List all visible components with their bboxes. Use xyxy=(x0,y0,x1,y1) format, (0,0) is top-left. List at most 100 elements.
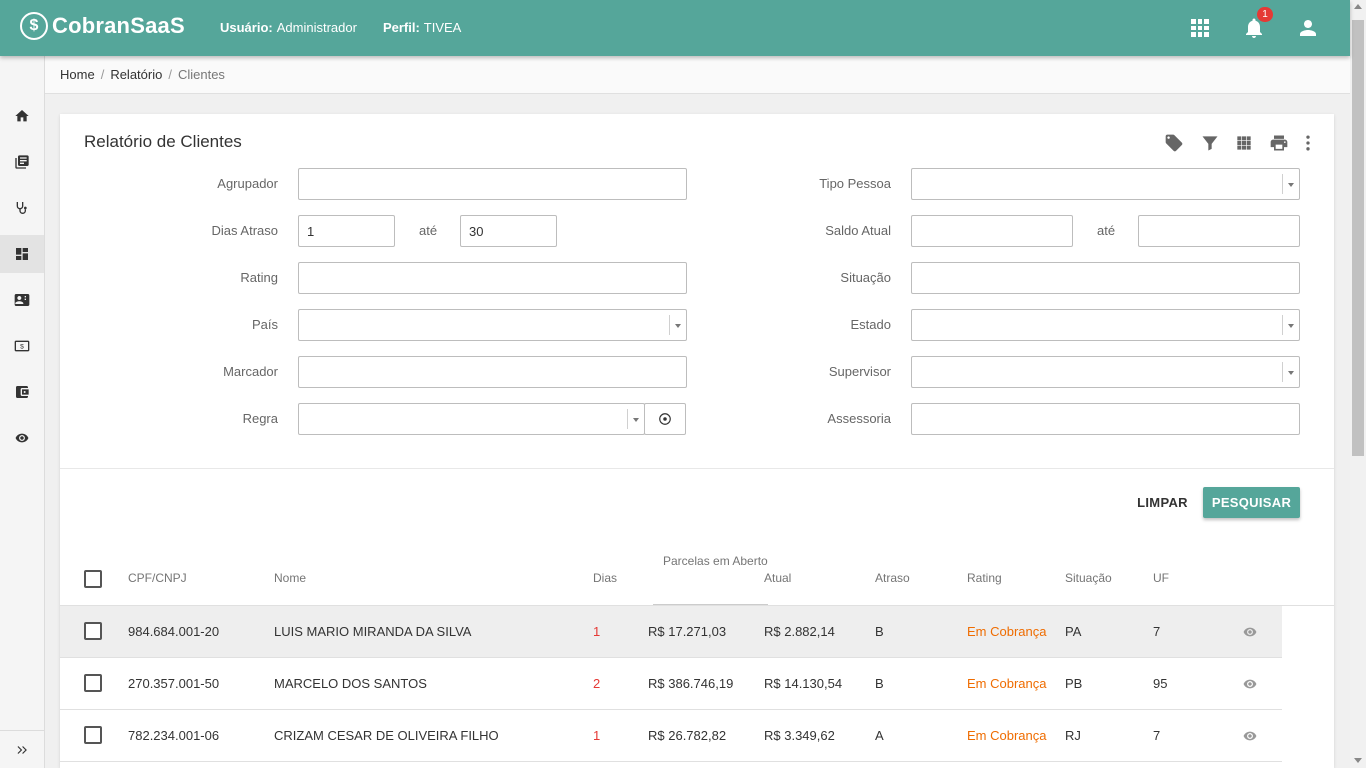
nav-view[interactable] xyxy=(0,419,44,457)
dashboard-icon xyxy=(16,248,28,260)
supervisor-label: Supervisor xyxy=(828,364,891,379)
regra-select[interactable] xyxy=(298,403,645,435)
estado-select[interactable] xyxy=(911,309,1300,341)
column-header-situation[interactable]: Situação xyxy=(1065,571,1112,585)
user-label: Usuário: xyxy=(220,20,273,35)
regra-view-button[interactable] xyxy=(644,403,686,435)
dias-atraso-label: Dias Atraso xyxy=(211,223,278,238)
row-checkbox[interactable] xyxy=(84,674,102,692)
grid-icon xyxy=(1237,136,1251,150)
saldo-atual-to-input[interactable] xyxy=(1138,215,1300,247)
table-row[interactable]: 984.684.001-20 LUIS MARIO MIRANDA DA SIL… xyxy=(60,606,1282,658)
rating-input[interactable] xyxy=(298,262,687,294)
column-group-header: Parcelas em Aberto xyxy=(663,554,768,568)
page-title: Relatório de Clientes xyxy=(84,132,242,151)
scroll-down-arrow-icon[interactable] xyxy=(1354,758,1362,763)
marcador-label: Marcador xyxy=(223,364,278,379)
breadcrumb: Home / Relatório / Clientes xyxy=(45,56,1350,94)
clear-button[interactable]: LIMPAR xyxy=(1130,487,1195,517)
notification-badge: 1 xyxy=(1257,7,1273,22)
grid-button[interactable] xyxy=(1233,132,1255,154)
agrupador-input[interactable] xyxy=(298,168,687,200)
contact-card-icon xyxy=(14,294,30,306)
cell-current: R$ 3.349,62 xyxy=(764,728,835,743)
view-eye-icon[interactable] xyxy=(1241,677,1259,691)
breadcrumb-clientes: Clientes xyxy=(177,67,225,82)
cell-doc: 984.684.001-20 xyxy=(128,624,220,639)
cell-rating: Em Cobrança xyxy=(967,728,1047,743)
column-header-days[interactable]: Dias xyxy=(593,571,617,585)
nav-contacts[interactable] xyxy=(0,281,44,319)
cell-open: R$ 17.271,03 xyxy=(648,624,727,639)
dias-atraso-to-input[interactable] xyxy=(460,215,557,247)
cell-open: R$ 26.782,82 xyxy=(648,728,727,743)
view-eye-icon[interactable] xyxy=(1241,729,1259,743)
side-navigation: $ xyxy=(0,56,45,768)
table-row[interactable]: 270.357.001-50 MARCELO DOS SANTOS 2 R$ 3… xyxy=(60,658,1282,710)
situacao-label: Situação xyxy=(840,270,891,285)
breadcrumb-home[interactable]: Home xyxy=(60,67,95,82)
cell-situation: PA xyxy=(1065,624,1082,639)
saldo-atual-from-input[interactable] xyxy=(911,215,1073,247)
rating-label: Rating xyxy=(240,270,278,285)
profile-value: TIVEA xyxy=(423,20,462,35)
nav-health[interactable] xyxy=(0,189,44,227)
marcador-input[interactable] xyxy=(298,356,687,388)
scrollbar-thumb[interactable] xyxy=(1352,20,1364,456)
assessoria-label: Assessoria xyxy=(827,411,891,426)
column-header-uf[interactable]: UF xyxy=(1153,571,1169,585)
row-checkbox[interactable] xyxy=(84,726,102,744)
more-options-button[interactable] xyxy=(1297,132,1319,154)
cell-delay: A xyxy=(875,728,884,743)
select-all-checkbox[interactable] xyxy=(84,570,102,588)
column-header-delay[interactable]: Atraso xyxy=(875,571,910,585)
cell-uf: 7 xyxy=(1153,728,1161,743)
view-eye-icon[interactable] xyxy=(1241,625,1259,639)
pais-select[interactable] xyxy=(298,309,687,341)
table-row[interactable]: 782.234.001-06 CRIZAM CESAR DE OLIVEIRA … xyxy=(60,710,1282,762)
saldo-atual-label: Saldo Atual xyxy=(825,223,891,238)
nav-home[interactable] xyxy=(0,97,44,135)
sidebar-expand-button[interactable] xyxy=(0,730,44,768)
logo-text: CobranSaaS xyxy=(52,13,185,38)
dias-atraso-from-input[interactable] xyxy=(298,215,395,247)
assessoria-input[interactable] xyxy=(911,403,1300,435)
nav-wallet[interactable] xyxy=(0,373,44,411)
search-button[interactable]: PESQUISAR xyxy=(1203,487,1300,518)
cell-delay: B xyxy=(875,624,884,639)
user-info: Usuário: Administrador Perfil: TIVEA xyxy=(220,20,461,35)
cell-name: LUIS MARIO MIRANDA DA SILVA xyxy=(274,624,472,639)
column-header-rating[interactable]: Rating xyxy=(967,571,1002,585)
cell-doc: 270.357.001-50 xyxy=(128,676,220,691)
account-icon[interactable] xyxy=(1296,16,1320,40)
cell-days: 1 xyxy=(593,624,601,639)
cell-days: 2 xyxy=(593,676,601,691)
profile-label: Perfil: xyxy=(382,20,420,35)
app-logo[interactable]: $ CobranSaaS xyxy=(20,12,185,40)
scroll-up-arrow-icon[interactable] xyxy=(1354,4,1362,9)
row-checkbox[interactable] xyxy=(84,622,102,640)
money-icon: $ xyxy=(14,340,30,352)
supervisor-select[interactable] xyxy=(911,356,1300,388)
cell-uf: 95 xyxy=(1153,676,1168,691)
print-button[interactable] xyxy=(1268,132,1290,154)
tipo-pessoa-select[interactable] xyxy=(911,168,1300,200)
apps-grid-icon[interactable] xyxy=(1188,16,1212,40)
estado-label: Estado xyxy=(850,317,891,332)
nav-dashboard[interactable] xyxy=(0,235,44,273)
tag-button[interactable] xyxy=(1163,132,1185,154)
agrupador-label: Agrupador xyxy=(217,176,278,191)
cell-open: R$ 386.746,19 xyxy=(648,676,734,691)
top-app-bar: $ CobranSaaS Usuário: Administrador Perfil… xyxy=(0,0,1350,56)
breadcrumb-relatorio[interactable]: Relatório xyxy=(110,67,162,82)
nav-money[interactable]: $ xyxy=(0,327,44,365)
cell-situation: RJ xyxy=(1065,728,1081,743)
filter-button[interactable] xyxy=(1199,132,1221,154)
situacao-input[interactable] xyxy=(911,262,1300,294)
column-header-current[interactable]: Atual xyxy=(764,571,791,585)
column-header-name[interactable]: Nome xyxy=(274,571,306,585)
nav-book[interactable] xyxy=(0,143,44,181)
user-value: Administrador xyxy=(276,20,357,35)
chevron-down-icon xyxy=(669,315,686,335)
column-header-doc[interactable]: CPF/CNPJ xyxy=(128,571,187,585)
